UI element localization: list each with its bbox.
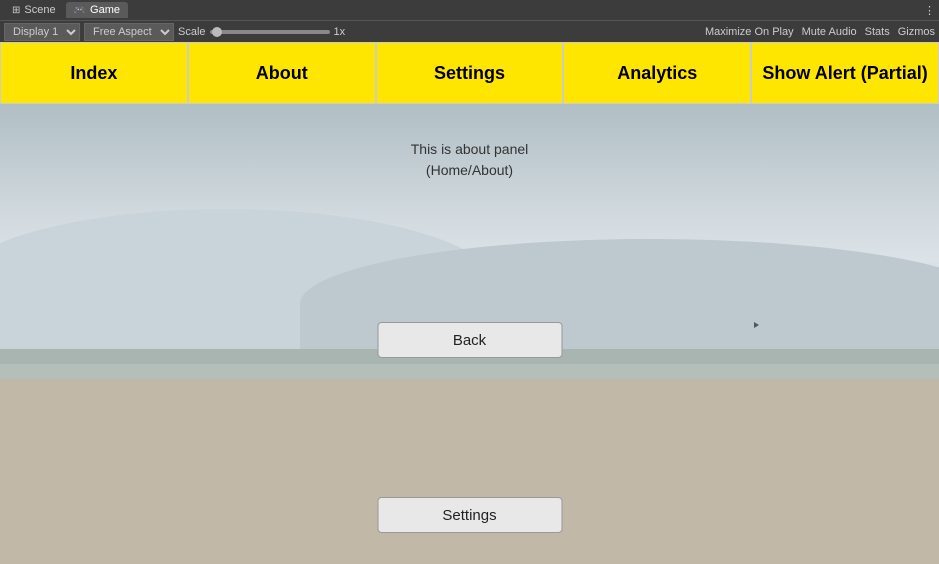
stats-button[interactable]: Stats	[865, 26, 890, 38]
nav-tabs: Index About Settings Analytics Show Aler…	[0, 42, 939, 104]
game-tab-label: Game	[90, 4, 120, 16]
ground-lower	[0, 379, 939, 564]
top-bar-right: ⋮	[924, 4, 935, 17]
scale-label: Scale	[178, 26, 206, 38]
tab-index[interactable]: Index	[0, 42, 188, 104]
scene-tab-label: Scene	[24, 4, 55, 16]
scale-thumb	[212, 27, 222, 37]
more-options-icon[interactable]: ⋮	[924, 4, 935, 17]
game-viewport: This is about panel (Home/About) Back Se…	[0, 104, 939, 564]
game-tab[interactable]: 🎮 Game	[66, 2, 128, 18]
aspect-select[interactable]: Free Aspect	[84, 23, 174, 41]
toolbar: Display 1 Free Aspect Scale 1x Maximize …	[0, 20, 939, 42]
scene-tab[interactable]: ⊞ Scene	[4, 2, 64, 18]
back-button[interactable]: Back	[377, 322, 562, 358]
scale-value: 1x	[334, 26, 346, 38]
tab-show-alert[interactable]: Show Alert (Partial)	[751, 42, 939, 104]
toolbar-right: Maximize On Play Mute Audio Stats Gizmos	[705, 26, 935, 38]
tab-settings[interactable]: Settings	[376, 42, 564, 104]
top-bar: ⊞ Scene 🎮 Game ⋮	[0, 0, 939, 20]
display-select[interactable]: Display 1	[4, 23, 80, 41]
scale-slider[interactable]	[210, 30, 330, 34]
maximize-on-play-button[interactable]: Maximize On Play	[705, 26, 794, 38]
scene-icon: ⊞	[12, 5, 20, 16]
gizmos-button[interactable]: Gizmos	[898, 26, 935, 38]
tab-analytics[interactable]: Analytics	[563, 42, 751, 104]
game-icon: 🎮	[74, 5, 86, 16]
tab-about[interactable]: About	[188, 42, 376, 104]
settings-button[interactable]: Settings	[377, 497, 562, 533]
mute-audio-button[interactable]: Mute Audio	[802, 26, 857, 38]
